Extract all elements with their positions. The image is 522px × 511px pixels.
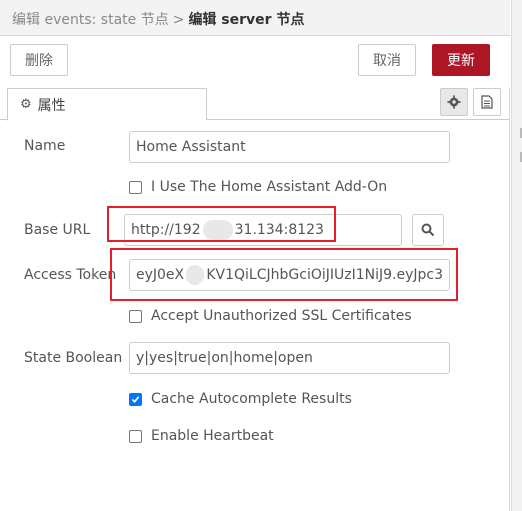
update-button[interactable]: 更新 xyxy=(432,44,490,76)
addon-label: I Use The Home Assistant Add-On xyxy=(151,179,388,195)
check-icon xyxy=(131,395,140,403)
tab-properties-label: 属性 xyxy=(37,97,66,114)
addon-row[interactable]: I Use The Home Assistant Add-On xyxy=(129,179,387,195)
breadcrumb: 编辑 events: state 节点 > 编辑 server 节点 xyxy=(12,9,304,29)
cache-checkbox[interactable] xyxy=(129,392,142,406)
node-description-button[interactable] xyxy=(473,88,501,116)
edit-tray: 编辑 events: state 节点 > 编辑 server 节点 删除 取消 更… xyxy=(0,0,510,511)
name-label: Name xyxy=(24,138,66,154)
search-button[interactable] xyxy=(412,214,444,246)
document-icon xyxy=(481,95,493,109)
cache-label: Cache Autocomplete Results xyxy=(151,391,352,407)
unauthorized-ssl-label: Accept Unauthorized SSL Certificates xyxy=(151,308,412,324)
name-input[interactable]: Home Assistant xyxy=(129,131,450,163)
gear-icon: ⚙ xyxy=(20,97,32,112)
cache-row[interactable]: Cache Autocomplete Results xyxy=(129,391,352,407)
state-boolean-input[interactable]: y|yes|true|on|home|open xyxy=(129,342,450,374)
workspace-edge xyxy=(511,0,522,511)
unauthorized-ssl-row[interactable]: Accept Unauthorized SSL Certificates xyxy=(129,308,412,324)
tab-bar: ⚙ 属性 xyxy=(0,88,510,121)
unauthorized-ssl-checkbox[interactable] xyxy=(129,309,142,323)
heartbeat-checkbox[interactable] xyxy=(129,429,142,443)
highlight-box-base-url xyxy=(107,206,336,242)
base-url-label: Base URL xyxy=(24,222,91,238)
breadcrumb-separator: > xyxy=(172,12,185,28)
access-token-label: Access Token xyxy=(24,267,117,283)
highlight-box-access-token xyxy=(110,248,458,301)
node-settings-button[interactable] xyxy=(440,88,468,116)
addon-checkbox[interactable] xyxy=(129,180,142,194)
state-boolean-label: State Boolean xyxy=(24,350,123,366)
heartbeat-label: Enable Heartbeat xyxy=(151,428,274,444)
breadcrumb-parent[interactable]: 编辑 events: state 节点 xyxy=(12,12,169,28)
tray-toolbar: 删除 取消 更新 xyxy=(0,36,510,88)
search-icon xyxy=(421,223,435,237)
heartbeat-row[interactable]: Enable Heartbeat xyxy=(129,428,274,444)
tab-properties[interactable]: ⚙ 属性 xyxy=(7,88,207,121)
cancel-button[interactable]: 取消 xyxy=(358,44,416,76)
gear-icon xyxy=(447,95,461,109)
breadcrumb-current: 编辑 server 节点 xyxy=(188,12,305,28)
tray-header: 编辑 events: state 节点 > 编辑 server 节点 xyxy=(0,0,510,36)
delete-button[interactable]: 删除 xyxy=(10,44,68,76)
